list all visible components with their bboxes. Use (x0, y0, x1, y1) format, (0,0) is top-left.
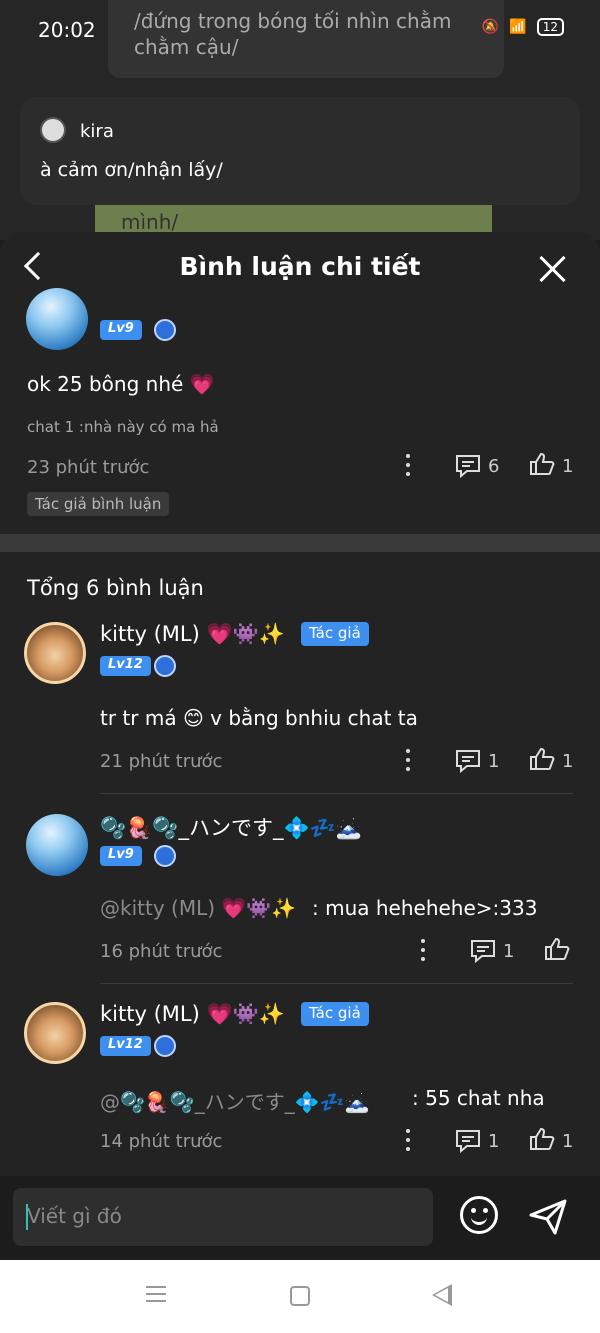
shield-icon (154, 319, 176, 341)
section-divider (0, 534, 600, 552)
comment-icon[interactable] (470, 939, 496, 963)
comment-input[interactable]: Viết gì đó (13, 1188, 433, 1246)
reply-mention[interactable]: @🫧🪼🫧_ハンです_💠💤🗻 (100, 1086, 369, 1115)
reply-count: 1 (503, 941, 515, 962)
like-count: 1 (562, 1131, 574, 1152)
commenter-name[interactable]: 🫧🪼🫧_ハンです_💠💤🗻 (100, 812, 362, 842)
like-count: 1 (562, 456, 574, 477)
thumbs-up-icon[interactable] (529, 747, 555, 771)
status-icons: 🔕 📶 12 (482, 18, 564, 36)
more-vertical-icon[interactable] (406, 454, 410, 476)
wifi-icon: 📶 (509, 19, 527, 35)
sheet-title: Bình luận chi tiết (179, 252, 421, 281)
divider (100, 983, 573, 984)
send-icon[interactable] (528, 1198, 568, 1236)
status-time: 20:02 (38, 18, 96, 42)
main-comment-text: ok 25 bông nhé 💗 (27, 372, 215, 396)
kira-name: kira (80, 121, 114, 142)
comment-time: 21 phút trước (100, 751, 223, 772)
comment-author-tag: Tác giả bình luận (27, 492, 170, 516)
thumbs-up-icon[interactable] (544, 937, 570, 961)
shield-icon (154, 655, 176, 677)
avatar[interactable] (24, 1002, 86, 1064)
author-tag: Tác giả (301, 1002, 369, 1026)
reply-text: tr tr má 😊 v bằng bnhiu chat ta (100, 706, 418, 730)
total-comments-label: Tổng 6 bình luận (27, 576, 204, 600)
thumbs-up-icon[interactable] (529, 452, 555, 476)
status-bar: 20:02 🔕 📶 12 (0, 0, 600, 60)
avatar[interactable] (26, 288, 88, 350)
back-icon[interactable] (432, 1284, 452, 1306)
input-placeholder: Viết gì đó (27, 1204, 122, 1228)
comment-icon[interactable] (455, 454, 481, 478)
kira-message-card[interactable]: kira à cảm ơn/nhận lấy/ (20, 97, 580, 205)
reply-count: 1 (488, 751, 500, 772)
more-vertical-icon[interactable] (406, 1129, 410, 1151)
comment-icon[interactable] (455, 749, 481, 773)
close-icon[interactable] (538, 254, 568, 284)
comment-time: 14 phút trước (100, 1131, 223, 1152)
level-badge: Lv9 (100, 320, 142, 340)
shield-icon (154, 1035, 176, 1057)
avatar (40, 117, 66, 143)
mute-icon: 🔕 (481, 19, 500, 35)
home-icon[interactable] (290, 1286, 310, 1306)
menu-icon[interactable] (146, 1286, 166, 1302)
author-tag: Tác giả (301, 622, 369, 646)
level-badge: Lv12 (100, 1036, 151, 1056)
avatar[interactable] (24, 622, 86, 684)
level-badge: Lv9 (100, 846, 142, 866)
thumbs-up-icon[interactable] (529, 1127, 555, 1151)
reply-mention[interactable]: @kitty (ML) 💗👾✨ (100, 896, 296, 920)
reply-count: 6 (488, 456, 500, 477)
comment-time: 16 phút trước (100, 941, 223, 962)
more-vertical-icon[interactable] (406, 749, 410, 771)
shield-icon (154, 845, 176, 867)
level-badge: Lv12 (100, 656, 151, 676)
commenter-name[interactable]: kitty (ML) 💗👾✨ (100, 1002, 285, 1027)
kira-message: à cảm ơn/nhận lấy/ (40, 159, 223, 181)
sheet-header: Bình luận chi tiết (0, 232, 600, 304)
comment-input-bar: Viết gì đó (0, 1176, 600, 1260)
comment-icon[interactable] (455, 1129, 481, 1153)
comment-time: 23 phút trước (27, 457, 150, 478)
commenter-name[interactable]: kitty (ML) 💗👾✨ (100, 622, 285, 647)
more-vertical-icon[interactable] (421, 939, 425, 961)
emoji-icon[interactable] (460, 1196, 498, 1234)
system-navigation-bar (0, 1260, 600, 1333)
avatar[interactable] (26, 814, 88, 876)
battery-icon: 12 (536, 18, 564, 36)
like-count: 1 (562, 751, 574, 772)
reply-text: : mua hehehehe>:333 (312, 896, 538, 920)
comment-detail-sheet: Bình luận chi tiết Lv9 ok 25 bông nhé 💗 … (0, 232, 600, 1262)
reply-count: 1 (488, 1131, 500, 1152)
reply-text: : 55 chat nha (412, 1086, 545, 1110)
divider (100, 793, 573, 794)
main-comment-context: chat 1 :nhà này có ma hả (27, 418, 219, 436)
